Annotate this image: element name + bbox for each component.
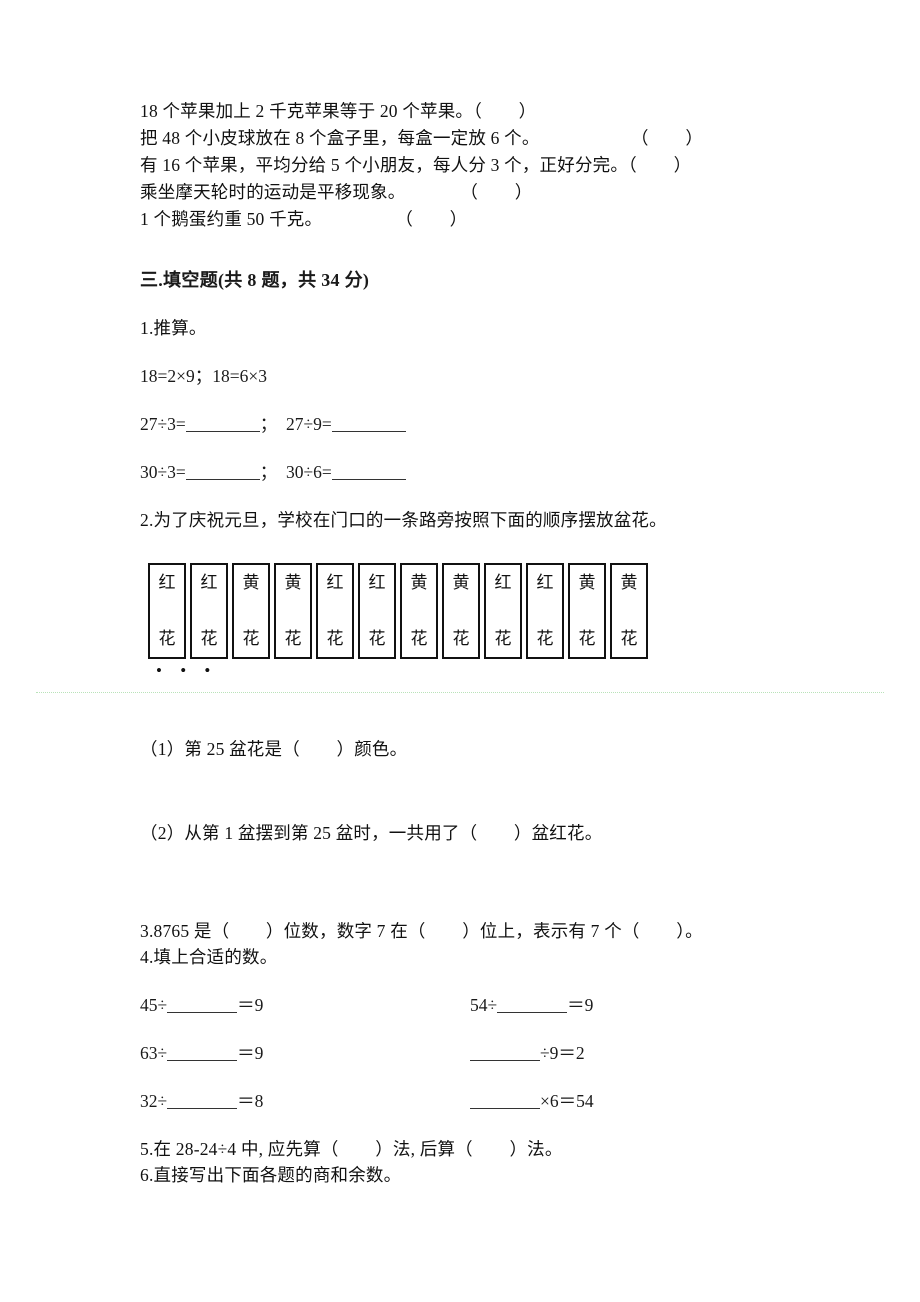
flower-suffix-label: 花 xyxy=(200,629,218,648)
question-2-sub-1: （1）第 25 盆花是（ ）颜色。 xyxy=(140,739,408,759)
flower-color-label: 红 xyxy=(326,573,344,592)
flower-color-label: 红 xyxy=(158,573,176,592)
q4-r2-left-pre: 63÷ xyxy=(140,1043,168,1063)
question-3-text: 3.8765 是（ ）位数，数字 7 在（ ）位上，表示有 7 个（ ）。 xyxy=(140,921,703,941)
q4-r1-left-post: ＝9 xyxy=(237,995,264,1015)
question-2-sub-2: （2）从第 1 盆摆到第 25 盆时，一共用了（ ）盆红花。 xyxy=(140,823,603,843)
flower-box: 黄花 xyxy=(610,563,648,659)
flower-suffix-label: 花 xyxy=(284,629,302,648)
q4-r2-right-post: ÷9＝2 xyxy=(540,1043,585,1063)
question-1-prompt: 1.推算。 xyxy=(140,318,207,338)
flower-box: 红花 xyxy=(358,563,396,659)
flower-suffix-label: 花 xyxy=(452,629,470,648)
question-4-row: 63÷ ＝9 ÷9＝2 xyxy=(140,1040,800,1066)
flower-color-label: 黄 xyxy=(410,573,428,592)
question-1-given: 18=2×9；18=6×3 xyxy=(140,366,267,386)
flower-box: 黄花 xyxy=(400,563,438,659)
flower-suffix-label: 花 xyxy=(368,629,386,648)
flower-suffix-label: 花 xyxy=(578,629,596,648)
q1-r2-left-blank[interactable] xyxy=(185,463,260,480)
flower-color-label: 红 xyxy=(494,573,512,592)
flower-box: 黄花 xyxy=(274,563,312,659)
flower-color-label: 黄 xyxy=(620,573,638,592)
q4-r2-left-post: ＝9 xyxy=(237,1043,264,1063)
q4-r1-right-post: ＝9 xyxy=(567,995,594,1015)
sequence-continuation-dots: • • • xyxy=(156,661,218,680)
q4-r2-right-equation: ÷9＝2 xyxy=(470,1040,800,1066)
question-6-text: 6.直接写出下面各题的商和余数。 xyxy=(140,1165,402,1185)
question-5-text: 5.在 28-24÷4 中, 应先算（ ）法, 后算（ ）法。 xyxy=(140,1139,563,1159)
q1-r2-right-blank[interactable] xyxy=(331,463,406,480)
flower-suffix-label: 花 xyxy=(536,629,554,648)
flower-color-label: 黄 xyxy=(578,573,596,592)
q1-r2-left-expr: 30÷3= xyxy=(140,462,186,482)
q4-r2-left-equation: 63÷ ＝9 xyxy=(140,1040,470,1066)
q4-r2-left-blank[interactable] xyxy=(167,1044,238,1061)
question-4-prompt: 4.填上合适的数。 xyxy=(140,947,278,967)
question-4-row: 32÷ ＝8 ×6＝54 xyxy=(140,1088,800,1114)
flower-box: 红花 xyxy=(190,563,228,659)
flower-suffix-label: 花 xyxy=(326,629,344,648)
q1-r2-right-expr: 30÷6= xyxy=(285,462,332,482)
worksheet-page: 18 个苹果加上 2 千克苹果等于 20 个苹果。（ ） 把 48 个小皮球放在… xyxy=(0,0,920,1302)
flower-suffix-label: 花 xyxy=(620,629,638,648)
truefalse-section: 18 个苹果加上 2 千克苹果等于 20 个苹果。（ ） 把 48 个小皮球放在… xyxy=(140,98,800,233)
truefalse-item-4: 有 16 个苹果，平均分给 5 个小朋友，每人分 3 个，正好分完。（ ） xyxy=(140,155,692,175)
question-1-row-1: 27÷3= ； 27÷9= xyxy=(140,411,800,437)
flower-sequence-diagram: 红花 红花 黄花 黄花 红花 红花 黄花 黄花 红花 红花 黄花 黄花 xyxy=(148,563,800,659)
flower-color-label: 红 xyxy=(536,573,554,592)
flower-suffix-label: 花 xyxy=(410,629,428,648)
q4-r3-left-post: ＝8 xyxy=(237,1091,264,1111)
q4-r2-right-blank[interactable] xyxy=(470,1044,540,1061)
q1-r1-right-expr: 27÷9= xyxy=(285,414,332,434)
flower-box: 黄花 xyxy=(442,563,480,659)
q4-r1-left-blank[interactable] xyxy=(167,996,238,1013)
q1-r2-separator: ； xyxy=(259,462,278,482)
q4-r3-right-blank[interactable] xyxy=(470,1092,540,1109)
flower-box: 黄花 xyxy=(568,563,606,659)
q1-r1-left-blank[interactable] xyxy=(185,415,260,432)
q4-r3-right-post: ×6＝54 xyxy=(540,1091,594,1111)
flower-color-label: 红 xyxy=(200,573,218,592)
question-4-row: 45÷ ＝9 54÷ ＝9 xyxy=(140,992,800,1018)
q4-r1-right-blank[interactable] xyxy=(497,996,568,1013)
q4-r1-left-pre: 45÷ xyxy=(140,995,168,1015)
flower-color-label: 红 xyxy=(368,573,386,592)
question-1-row-2: 30÷3= ； 30÷6= xyxy=(140,459,800,485)
flower-color-label: 黄 xyxy=(452,573,470,592)
flower-box: 红花 xyxy=(484,563,522,659)
section-heading-fill-in-blanks: 三.填空题(共 8 题，共 34 分) xyxy=(140,270,370,290)
flower-suffix-label: 花 xyxy=(242,629,260,648)
q1-r1-left-expr: 27÷3= xyxy=(140,414,186,434)
flower-box: 红花 xyxy=(148,563,186,659)
flower-box: 红花 xyxy=(526,563,564,659)
q1-r1-right-blank[interactable] xyxy=(331,415,406,432)
q4-r1-left-equation: 45÷ ＝9 xyxy=(140,992,470,1018)
truefalse-item-2: 18 个苹果加上 2 千克苹果等于 20 个苹果。（ ） xyxy=(140,101,537,121)
q1-r1-separator: ； xyxy=(259,414,278,434)
q4-r3-left-equation: 32÷ ＝8 xyxy=(140,1088,470,1114)
question-4-equation-grid: 45÷ ＝9 54÷ ＝9 63÷ ＝9 ÷9＝2 32÷ ＝8 ×6＝54 xyxy=(140,992,800,1114)
truefalse-item-6: 1 个鹅蛋约重 50 千克。 （ ） xyxy=(140,209,468,229)
q4-r3-right-equation: ×6＝54 xyxy=(470,1088,800,1114)
q4-r1-right-equation: 54÷ ＝9 xyxy=(470,992,800,1018)
question-2-prompt: 2.为了庆祝元旦，学校在门口的一条路旁按照下面的顺序摆放盆花。 xyxy=(140,510,667,530)
flower-suffix-label: 花 xyxy=(494,629,512,648)
flower-box: 黄花 xyxy=(232,563,270,659)
truefalse-item-3: 把 48 个小皮球放在 8 个盒子里，每盒一定放 6 个。 （ ） xyxy=(140,128,704,148)
truefalse-item-5: 乘坐摩天轮时的运动是平移现象。 （ ） xyxy=(140,182,533,202)
worksheet-content: 18 个苹果加上 2 千克苹果等于 20 个苹果。（ ） 把 48 个小皮球放在… xyxy=(140,98,800,1188)
q4-r1-right-pre: 54÷ xyxy=(470,995,498,1015)
flower-suffix-label: 花 xyxy=(158,629,176,648)
q4-r3-left-blank[interactable] xyxy=(167,1092,238,1109)
flower-color-label: 黄 xyxy=(242,573,260,592)
q4-r3-left-pre: 32÷ xyxy=(140,1091,168,1111)
flower-color-label: 黄 xyxy=(284,573,302,592)
flower-box: 红花 xyxy=(316,563,354,659)
